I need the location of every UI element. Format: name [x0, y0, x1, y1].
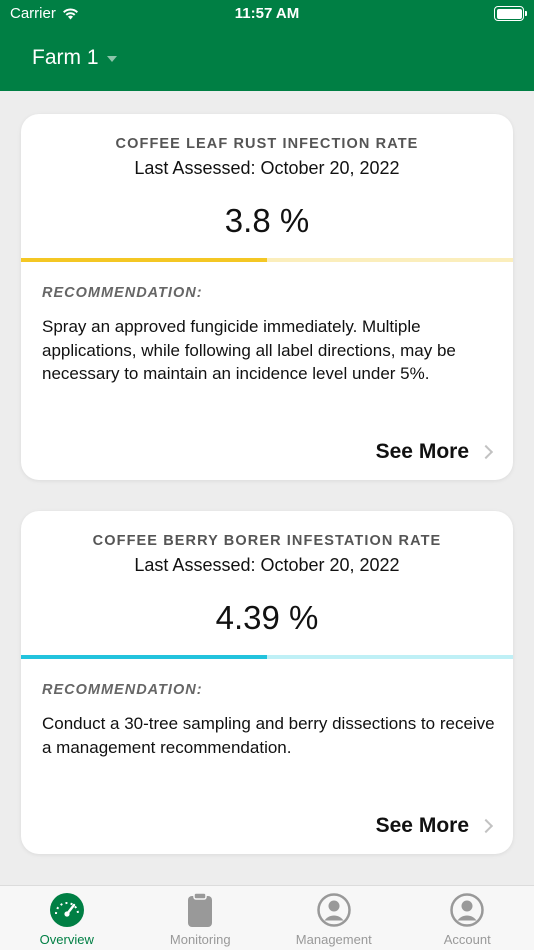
tab-label: Management [295, 932, 372, 947]
person-circle-icon [316, 892, 352, 928]
caret-down-icon [106, 56, 117, 62]
infestation-rate-value: 4.39 % [215, 599, 319, 636]
tab-overview[interactable]: Overview [0, 886, 134, 950]
rate-progress-bar [21, 655, 513, 659]
tab-label: Monitoring [169, 932, 231, 947]
see-more-label: See More [375, 440, 469, 463]
tab-bar: Overview Monitoring Management Account [0, 885, 534, 950]
tab-account[interactable]: Account [401, 886, 534, 950]
recommendation-label: RECOMMENDATION: [42, 682, 203, 698]
card-title: COFFEE LEAF RUST INFECTION RATE [115, 136, 419, 152]
status-bar: Carrier 11:57 AM [0, 0, 534, 28]
app-header: Carrier 11:57 AM Farm 1 [0, 0, 534, 91]
berry-borer-card: COFFEE BERRY BORER INFESTATION RATE Last… [21, 511, 513, 854]
see-more-label: See More [375, 814, 469, 837]
person-circle-icon [449, 892, 485, 928]
see-more-button[interactable]: See More [376, 440, 495, 464]
tab-management[interactable]: Management [267, 886, 401, 950]
last-assessed: Last Assessed: October 20, 2022 [134, 555, 400, 575]
leaf-rust-card: COFFEE LEAF RUST INFECTION RATE Last Ass… [21, 114, 513, 480]
farm-name: Farm 1 [32, 46, 99, 69]
rate-progress-fill [21, 655, 267, 659]
recommendation-text: Spray an approved fungicide immediately.… [42, 317, 456, 383]
battery-icon [494, 6, 527, 21]
rate-progress-fill [21, 258, 267, 262]
clipboard-icon [182, 892, 218, 928]
status-time: 11:57 AM [234, 5, 300, 22]
speedometer-icon [49, 892, 85, 928]
last-assessed: Last Assessed: October 20, 2022 [134, 158, 400, 178]
infection-rate-value: 3.8 % [224, 202, 310, 239]
rate-progress-bar [21, 258, 513, 262]
tab-label: Overview [39, 932, 94, 947]
card-title: COFFEE BERRY BORER INFESTATION RATE [92, 533, 442, 549]
see-more-button[interactable]: See More [376, 814, 495, 838]
recommendation-text: Conduct a 30-tree sampling and berry dis… [42, 714, 495, 757]
farm-selector[interactable]: Farm 1 [32, 46, 117, 70]
tab-monitoring[interactable]: Monitoring [134, 886, 268, 950]
tab-label: Account [443, 932, 491, 947]
chevron-right-icon [478, 444, 494, 460]
recommendation-label: RECOMMENDATION: [42, 285, 203, 301]
chevron-right-icon [478, 818, 494, 834]
